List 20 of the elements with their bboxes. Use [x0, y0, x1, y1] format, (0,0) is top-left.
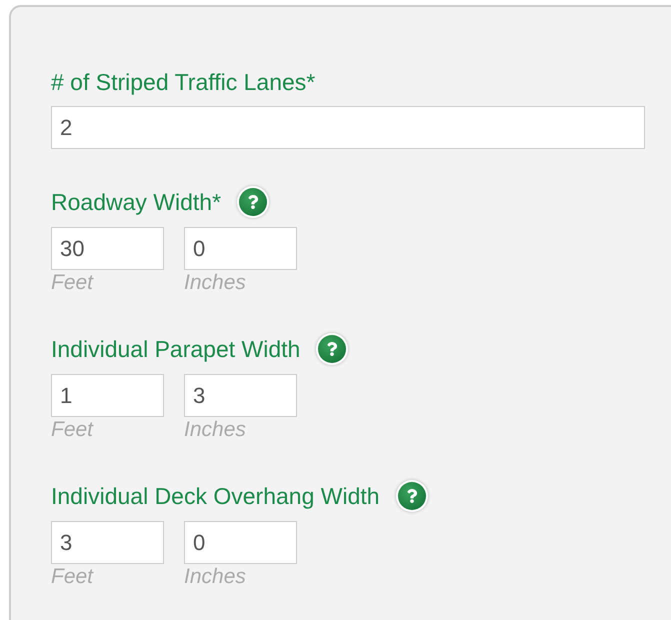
- help-icon[interactable]: [318, 335, 346, 363]
- unit-label: Feet: [51, 417, 94, 443]
- help-icon[interactable]: [239, 188, 268, 216]
- input-field[interactable]: 1: [51, 374, 164, 417]
- field-label: Roadway Width*: [51, 188, 222, 217]
- unit-label: Inches: [184, 270, 246, 296]
- input-field[interactable]: 3: [51, 521, 164, 564]
- input-field[interactable]: 0: [184, 521, 297, 564]
- unit-label: Feet: [51, 564, 94, 590]
- input-field[interactable]: 30: [51, 227, 164, 270]
- input-field[interactable]: 0: [184, 227, 297, 270]
- field-label: Individual Deck Overhang Width: [51, 482, 380, 511]
- field-label: Individual Parapet Width: [51, 335, 300, 364]
- field-label: # of Striped Traffic Lanes*: [51, 68, 316, 97]
- input-field[interactable]: 3: [184, 374, 297, 417]
- unit-label: Inches: [184, 564, 246, 590]
- unit-label: Feet: [51, 270, 94, 296]
- unit-label: Inches: [184, 417, 246, 443]
- input-field[interactable]: 2: [51, 106, 645, 149]
- help-icon[interactable]: [398, 482, 426, 510]
